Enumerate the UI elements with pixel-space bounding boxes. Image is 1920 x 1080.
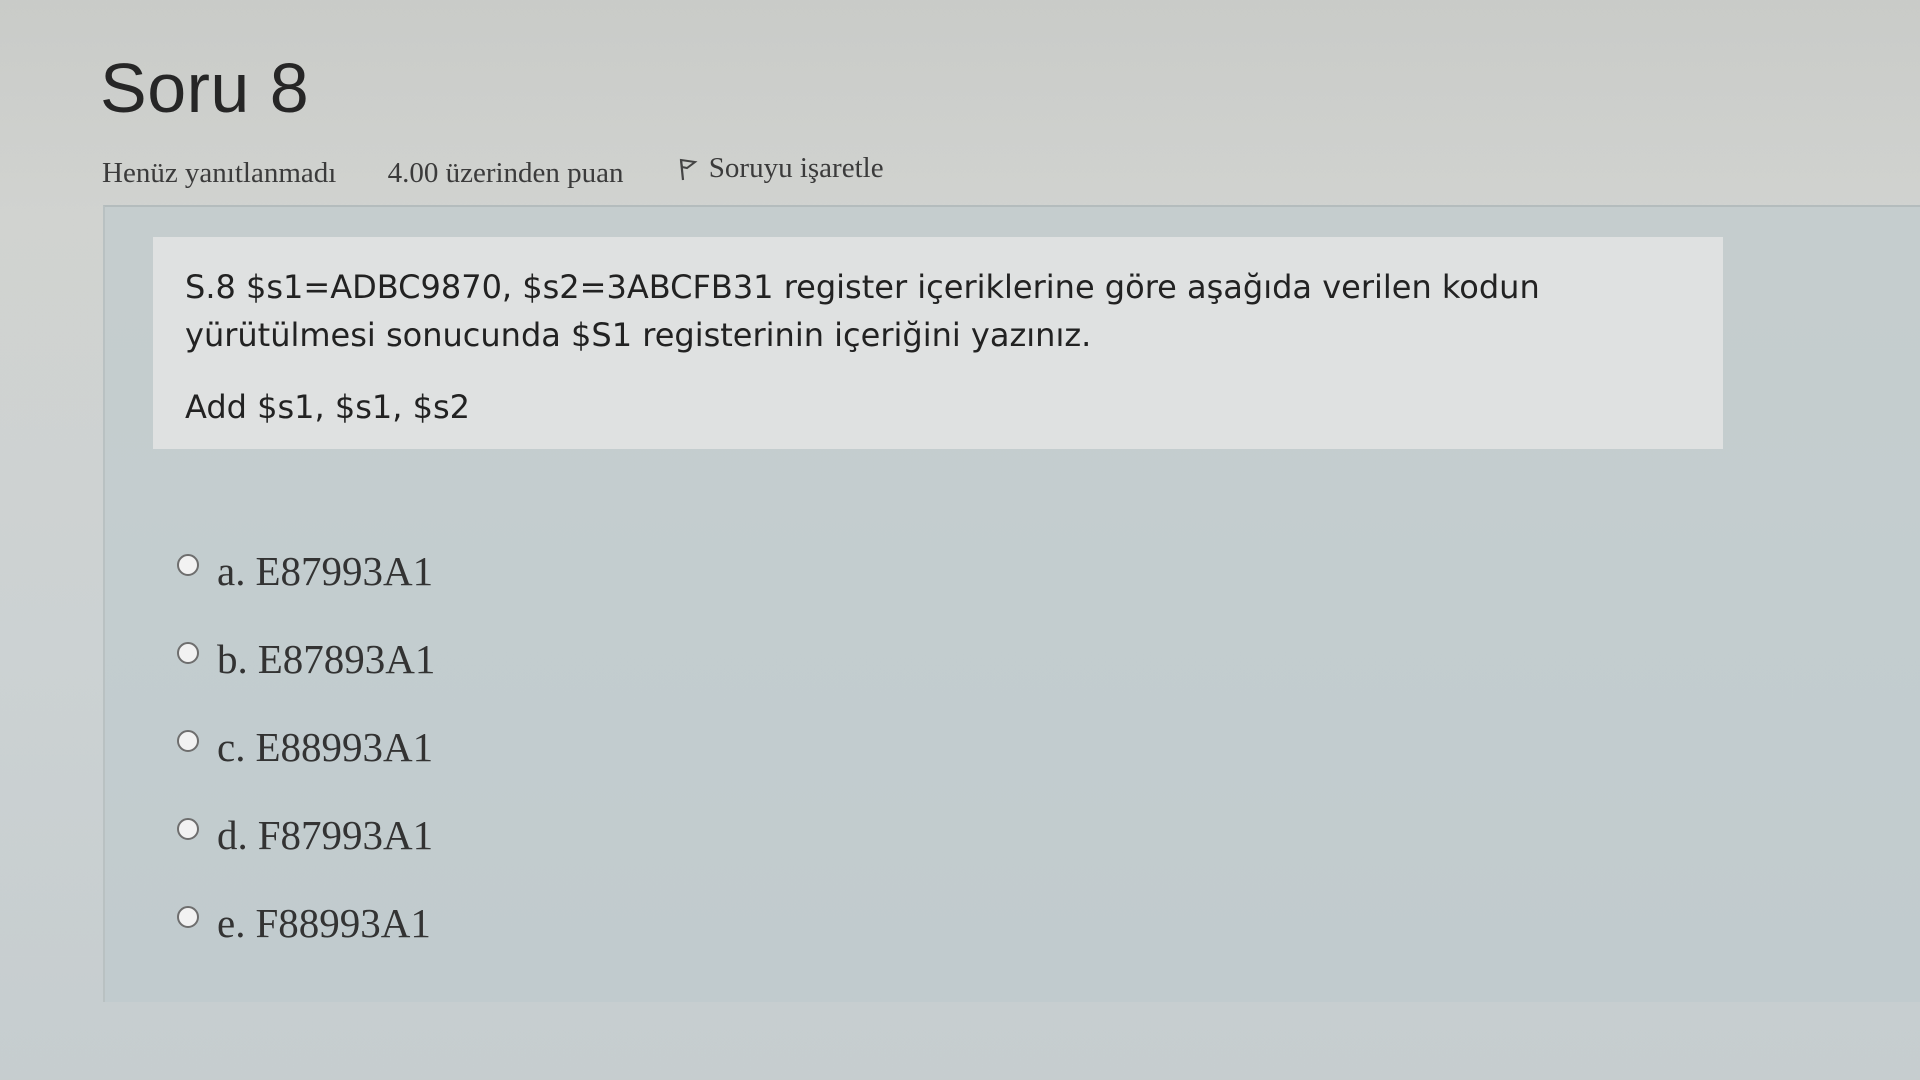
- answer-value: F87993A1: [257, 812, 434, 858]
- radio-button[interactable]: [177, 554, 199, 576]
- question-text-box: S.8 $s1=ADBC9870, $s2=3ABCFB31 register …: [153, 237, 1723, 449]
- answer-option-d[interactable]: d. F87993A1: [177, 791, 435, 879]
- answer-letter: a.: [217, 548, 246, 594]
- question-code: Add $s1, $s1, $s2: [185, 388, 470, 426]
- question-title: Soru 8: [100, 49, 310, 127]
- answer-letter: e.: [217, 900, 246, 946]
- question-text: S.8 $s1=ADBC9870, $s2=3ABCFB31 register …: [185, 268, 1540, 354]
- answer-letter: b.: [217, 636, 248, 682]
- answer-option-c[interactable]: c. E88993A1: [177, 703, 435, 791]
- answer-value: E87893A1: [257, 636, 436, 682]
- question-content: S.8 $s1=ADBC9870, $s2=3ABCFB31 register …: [103, 205, 1920, 1002]
- flag-icon: [679, 158, 698, 180]
- answer-letter: d.: [217, 812, 248, 858]
- answer-value: E87993A1: [255, 548, 434, 594]
- answer-value: E88993A1: [255, 724, 434, 770]
- answer-option-a[interactable]: a. E87993A1: [177, 527, 435, 615]
- answer-option-e[interactable]: e. F88993A1: [177, 879, 435, 967]
- radio-button[interactable]: [177, 818, 199, 840]
- flag-question-label: Soruyu işaretle: [708, 152, 884, 184]
- radio-button[interactable]: [177, 906, 199, 928]
- quiz-page: Soru 8 Henüz yanıtlanmadı 4.00 üzerinden…: [0, 0, 1920, 1080]
- radio-button[interactable]: [177, 730, 199, 752]
- question-grade: 4.00 üzerinden puan: [387, 156, 624, 189]
- answer-letter: c.: [217, 724, 246, 770]
- answer-value: F88993A1: [255, 900, 431, 946]
- answer-list: a. E87993A1 b. E87893A1 c. E88993A1 d. F…: [177, 527, 435, 967]
- answer-option-b[interactable]: b. E87893A1: [177, 615, 435, 703]
- question-info: Henüz yanıtlanmadı 4.00 üzerinden puan S…: [102, 152, 884, 190]
- radio-button[interactable]: [177, 642, 199, 664]
- question-status: Henüz yanıtlanmadı: [102, 156, 337, 189]
- flag-question-link[interactable]: Soruyu işaretle: [677, 152, 884, 185]
